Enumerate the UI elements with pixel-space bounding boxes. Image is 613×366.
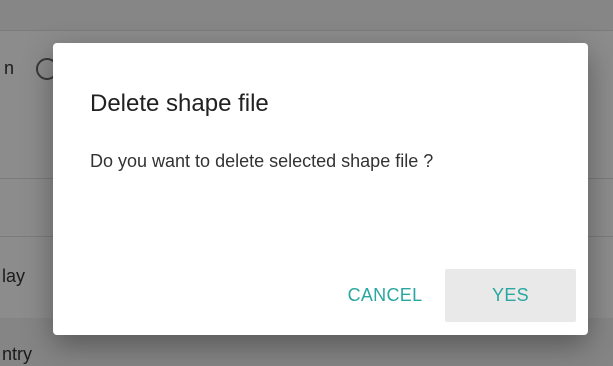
dialog-title: Delete shape file <box>90 90 269 117</box>
dialog-actions: CANCEL YES <box>325 269 576 322</box>
dialog-message: Do you want to delete selected shape fil… <box>90 151 434 171</box>
app-screen: n lay ntry Delete shape file Do you want… <box>0 0 613 366</box>
delete-confirm-dialog: Delete shape file Do you want to delete … <box>53 43 588 335</box>
cancel-button[interactable]: CANCEL <box>325 269 445 322</box>
yes-button[interactable]: YES <box>445 269 576 322</box>
